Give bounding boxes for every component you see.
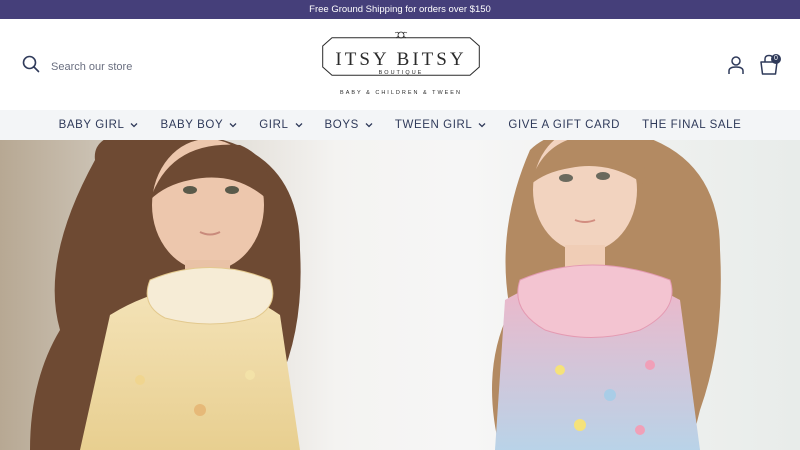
- nav-label: BABY BOY: [160, 119, 224, 131]
- nav-item-girl[interactable]: GIRL: [259, 119, 302, 131]
- nav-item-baby-girl[interactable]: BABY GIRL: [59, 119, 139, 131]
- chevron-down-icon: [365, 123, 373, 128]
- chevron-down-icon: [131, 123, 138, 128]
- nav-label: GIVE A GIFT CARD: [508, 119, 621, 131]
- search-icon[interactable]: [22, 55, 40, 78]
- nav-label: GIRL: [259, 119, 289, 131]
- logo-subtitle: BOUTIQUE: [378, 70, 424, 76]
- nav-item-boys[interactable]: BOYS: [325, 119, 373, 131]
- hero-banner[interactable]: [0, 140, 800, 450]
- announcement-bar: Free Ground Shipping for orders over $15…: [0, 0, 800, 19]
- main-nav: BABY GIRL BABY BOY GIRL BOYS TWEEN GIRL …: [0, 110, 800, 140]
- account-icon[interactable]: [726, 55, 746, 75]
- site-header: ITSY BITSY BOUTIQUE BABY & CHILDREN & TW…: [0, 19, 800, 110]
- logo-badge: ITSY BITSY BOUTIQUE: [322, 37, 480, 76]
- logo-title: ITSY BITSY: [335, 49, 467, 70]
- chevron-down-icon: [478, 123, 486, 128]
- nav-label: THE FINAL SALE: [642, 119, 742, 131]
- nav-label: TWEEN GIRL: [394, 119, 473, 131]
- nav-item-tween-girl[interactable]: TWEEN GIRL: [395, 119, 487, 131]
- nav-item-gift-card[interactable]: GIVE A GIFT CARD: [508, 119, 620, 131]
- nav-item-final-sale[interactable]: THE FINAL SALE: [642, 119, 741, 131]
- chevron-down-icon: [295, 123, 302, 128]
- nav-label: BOYS: [324, 119, 359, 131]
- logo-tagline: BABY & CHILDREN & TWEEN: [340, 90, 462, 96]
- search-input[interactable]: [51, 60, 191, 73]
- cart-count-badge: 0: [771, 54, 781, 64]
- nav-item-baby-boy[interactable]: BABY BOY: [160, 119, 237, 131]
- search-bar[interactable]: [22, 55, 191, 78]
- hero-image: [0, 140, 800, 450]
- chevron-down-icon: [229, 123, 237, 128]
- nav-label: BABY GIRL: [58, 119, 125, 131]
- store-logo[interactable]: ITSY BITSY BOUTIQUE BABY & CHILDREN & TW…: [320, 29, 482, 101]
